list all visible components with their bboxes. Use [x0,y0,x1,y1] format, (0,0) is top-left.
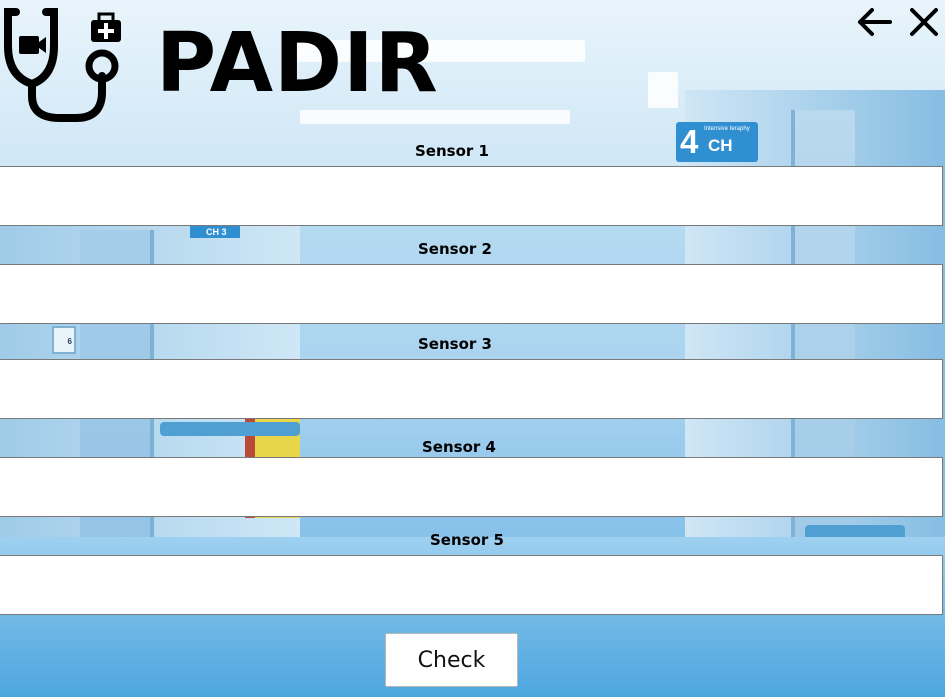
back-button[interactable] [854,4,894,40]
sensor-2-field[interactable] [0,264,943,324]
stethoscope-medical-bag-icon [4,8,121,122]
sensor-3-label: Sensor 3 [418,335,492,353]
sensor-1-field[interactable] [0,166,943,226]
arrow-left-icon [858,8,892,36]
sensor-2-label: Sensor 2 [418,240,492,258]
room-number: 4 [680,123,699,160]
sensor-3-field[interactable] [0,359,943,419]
ceiling-light [648,72,678,108]
room-code: CH [708,136,733,155]
close-button[interactable] [904,4,944,40]
sensor-5-label: Sensor 5 [430,531,504,549]
sensor-1-label: Sensor 1 [415,142,489,160]
sensor-5-field[interactable] [0,555,943,615]
hand-rail [160,422,300,436]
room-subtitle: Intensive teraphy [704,126,750,132]
sensor-4-field[interactable] [0,457,943,517]
hall-sign: CH 3 [190,226,240,238]
sensor-4-label: Sensor 4 [422,438,496,456]
close-icon [910,8,938,36]
app-window: 4 Intensive teraphy CH CH 3 6 PADIR Sens… [0,0,945,697]
room-sign: 4 Intensive teraphy CH [676,122,758,162]
check-button[interactable]: Check [385,633,518,687]
app-title: PADIR [156,16,439,111]
door-number-sign: 6 [52,326,76,354]
